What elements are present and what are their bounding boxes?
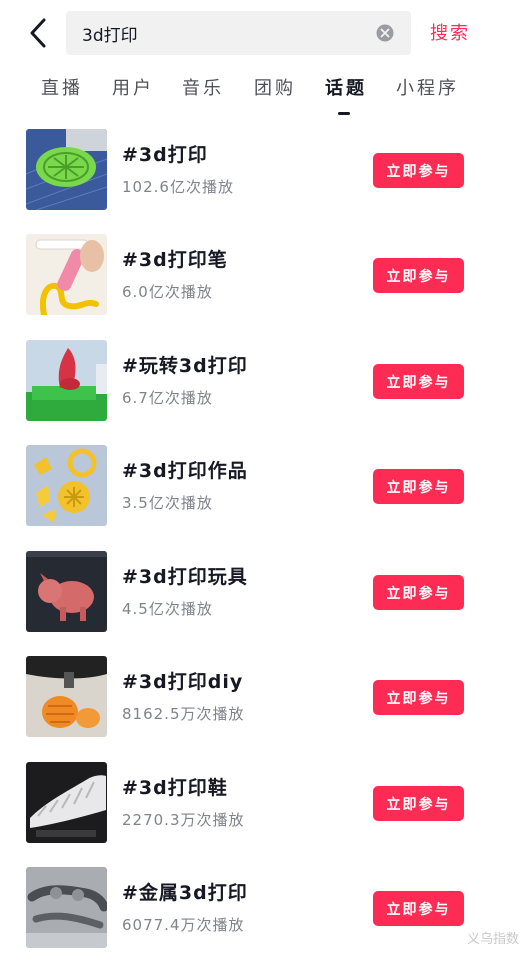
- topic-play-count: 6077.4万次播放: [122, 916, 245, 934]
- active-tab-indicator: [338, 112, 350, 115]
- topic-row[interactable]: #金属3d打印 6077.4万次播放 立即参与: [0, 856, 523, 961]
- topic-title: #3d打印: [122, 144, 208, 166]
- topic-row[interactable]: #3d打印作品 3.5亿次播放 立即参与: [0, 434, 523, 539]
- topic-thumbnail: [26, 551, 107, 632]
- topic-thumbnail: [26, 762, 107, 843]
- topic-row[interactable]: #3d打印鞋 2270.3万次播放 立即参与: [0, 751, 523, 856]
- tab-topics[interactable]: 话题: [325, 74, 367, 100]
- tab-users[interactable]: 用户: [112, 74, 154, 100]
- join-topic-button[interactable]: 立即参与: [373, 680, 464, 715]
- topic-thumbnail: [26, 129, 107, 210]
- join-topic-button[interactable]: 立即参与: [373, 786, 464, 821]
- chevron-left-icon: [30, 18, 46, 48]
- topic-title: #3d打印diy: [122, 671, 244, 693]
- search-button[interactable]: 搜索: [430, 19, 470, 45]
- topic-title: #3d打印笔: [122, 249, 228, 271]
- topic-thumbnail: [26, 234, 107, 315]
- topic-play-count: 6.7亿次播放: [122, 389, 213, 407]
- topic-row[interactable]: #3d打印玩具 4.5亿次播放 立即参与: [0, 540, 523, 645]
- topic-row[interactable]: #3d打印diy 8162.5万次播放 立即参与: [0, 645, 523, 750]
- join-topic-button[interactable]: 立即参与: [373, 891, 464, 926]
- topic-title: #玩转3d打印: [122, 355, 248, 377]
- topic-play-count: 4.5亿次播放: [122, 600, 213, 618]
- topic-play-count: 2270.3万次播放: [122, 811, 245, 829]
- topic-play-count: 6.0亿次播放: [122, 283, 213, 301]
- tab-live[interactable]: 直播: [41, 74, 83, 100]
- clear-icon: [376, 24, 394, 42]
- topic-title: #3d打印作品: [122, 460, 248, 482]
- tab-group-buy[interactable]: 团购: [254, 74, 296, 100]
- join-topic-button[interactable]: 立即参与: [373, 258, 464, 293]
- topic-title: #3d打印鞋: [122, 777, 228, 799]
- join-topic-button[interactable]: 立即参与: [373, 153, 464, 188]
- tab-mini-programs[interactable]: 小程序: [396, 74, 459, 100]
- search-category-tabs: 直播 用户 音乐 团购 话题 小程序: [0, 74, 523, 120]
- clear-search-button[interactable]: [376, 24, 394, 42]
- topic-title: #3d打印玩具: [122, 566, 248, 588]
- topic-play-count: 3.5亿次播放: [122, 494, 213, 512]
- topic-play-count: 102.6亿次播放: [122, 178, 234, 196]
- topic-play-count: 8162.5万次播放: [122, 705, 245, 723]
- topic-row[interactable]: #3d打印笔 6.0亿次播放 立即参与: [0, 223, 523, 328]
- search-input[interactable]: [82, 11, 372, 55]
- tab-music[interactable]: 音乐: [182, 74, 224, 100]
- topic-row[interactable]: #3d打印 102.6亿次播放 立即参与: [0, 118, 523, 223]
- search-box[interactable]: [66, 11, 411, 55]
- topic-row[interactable]: #玩转3d打印 6.7亿次播放 立即参与: [0, 329, 523, 434]
- topic-thumbnail: [26, 867, 107, 948]
- topic-title: #金属3d打印: [122, 882, 248, 904]
- topic-thumbnail: [26, 656, 107, 737]
- search-header: 搜索: [0, 0, 523, 66]
- join-topic-button[interactable]: 立即参与: [373, 575, 464, 610]
- join-topic-button[interactable]: 立即参与: [373, 364, 464, 399]
- topic-thumbnail: [26, 340, 107, 421]
- watermark: 义乌指数: [467, 932, 520, 947]
- join-topic-button[interactable]: 立即参与: [373, 469, 464, 504]
- back-button[interactable]: [22, 14, 58, 52]
- topic-thumbnail: [26, 445, 107, 526]
